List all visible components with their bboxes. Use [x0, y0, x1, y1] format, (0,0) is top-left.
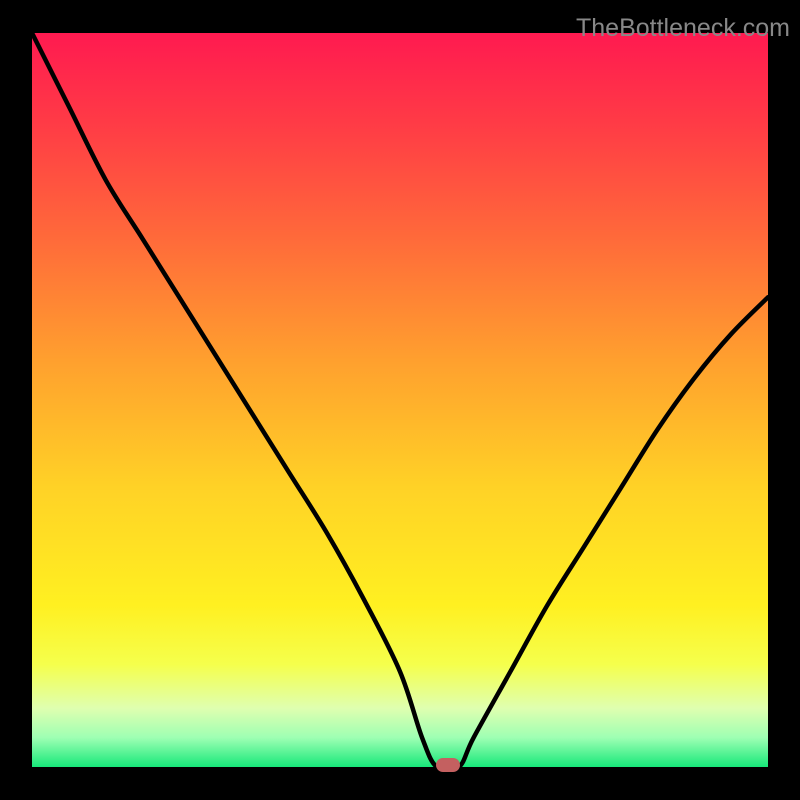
optimum-marker — [436, 758, 460, 772]
bottleneck-curve — [32, 33, 768, 767]
watermark-text: TheBottleneck.com — [576, 14, 790, 43]
chart-frame: TheBottleneck.com — [0, 0, 800, 800]
plot-area — [32, 33, 768, 767]
